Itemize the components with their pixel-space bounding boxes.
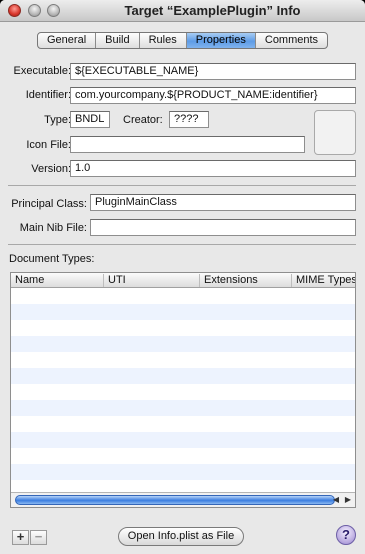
separator: [8, 185, 356, 186]
identifier-field[interactable]: com.yourcompany.${PRODUCT_NAME:identifie…: [70, 87, 356, 104]
tab-general[interactable]: General: [38, 33, 97, 48]
table-row[interactable]: [11, 352, 355, 368]
document-types-label: Document Types:: [9, 253, 95, 265]
executable-label: Executable:: [13, 65, 71, 77]
table-row[interactable]: [11, 368, 355, 384]
table-row[interactable]: [11, 448, 355, 464]
help-button[interactable]: ?: [336, 525, 356, 545]
document-types-table[interactable]: Name UTI Extensions MIME Types ◀ ▶: [10, 272, 356, 508]
version-label: Version:: [31, 163, 71, 175]
principal-class-field[interactable]: PluginMainClass: [90, 194, 356, 211]
icon-image-well[interactable]: [314, 110, 356, 155]
remove-document-type-button[interactable]: −: [30, 530, 47, 545]
title-bar[interactable]: Target “ExamplePlugin” Info: [0, 0, 365, 22]
scroll-right-arrow-icon[interactable]: ▶: [342, 493, 354, 507]
tab-comments[interactable]: Comments: [256, 33, 327, 48]
principal-class-label: Principal Class:: [11, 198, 87, 210]
column-header-mime-types[interactable]: MIME Types: [291, 274, 355, 287]
version-field[interactable]: 1.0: [70, 160, 356, 177]
identifier-label: Identifier:: [25, 89, 71, 101]
window-title: Target “ExamplePlugin” Info: [124, 3, 301, 18]
close-button[interactable]: [8, 4, 21, 17]
tab-properties[interactable]: Properties: [186, 33, 256, 48]
main-nib-field[interactable]: [90, 219, 356, 236]
table-header: Name UTI Extensions MIME Types: [11, 273, 355, 288]
zoom-button[interactable]: [47, 4, 60, 17]
tab-rules[interactable]: Rules: [140, 33, 187, 48]
type-label: Type:: [44, 114, 71, 126]
creator-field[interactable]: ????: [169, 111, 209, 128]
column-header-name[interactable]: Name: [11, 274, 103, 287]
scrollbar-thumb[interactable]: [15, 495, 335, 505]
add-document-type-button[interactable]: +: [12, 530, 29, 545]
table-row[interactable]: [11, 288, 355, 304]
creator-label: Creator:: [123, 114, 163, 126]
icon-file-field[interactable]: [70, 136, 305, 153]
table-row[interactable]: [11, 320, 355, 336]
main-nib-label: Main Nib File:: [19, 222, 87, 234]
open-info-plist-button[interactable]: Open Info.plist as File: [118, 527, 244, 546]
table-row[interactable]: [11, 432, 355, 448]
table-row[interactable]: [11, 336, 355, 352]
table-row[interactable]: [11, 304, 355, 320]
separator: [8, 244, 356, 245]
table-row[interactable]: [11, 400, 355, 416]
info-window: Target “ExamplePlugin” Info Executable: …: [0, 0, 365, 554]
horizontal-scrollbar[interactable]: ◀ ▶: [11, 492, 355, 507]
icon-file-label: Icon File:: [26, 139, 71, 151]
executable-field[interactable]: ${EXECUTABLE_NAME}: [70, 63, 356, 80]
minimize-button[interactable]: [28, 4, 41, 17]
segmented-tab-bar: General Build Rules Properties Comments: [37, 32, 329, 49]
table-row[interactable]: [11, 384, 355, 400]
column-header-extensions[interactable]: Extensions: [199, 274, 291, 287]
table-row[interactable]: [11, 464, 355, 480]
table-row[interactable]: [11, 416, 355, 432]
scroll-left-arrow-icon[interactable]: ◀: [330, 493, 342, 507]
tab-build[interactable]: Build: [96, 33, 140, 48]
column-header-uti[interactable]: UTI: [103, 274, 199, 287]
type-field[interactable]: BNDL: [70, 111, 110, 128]
